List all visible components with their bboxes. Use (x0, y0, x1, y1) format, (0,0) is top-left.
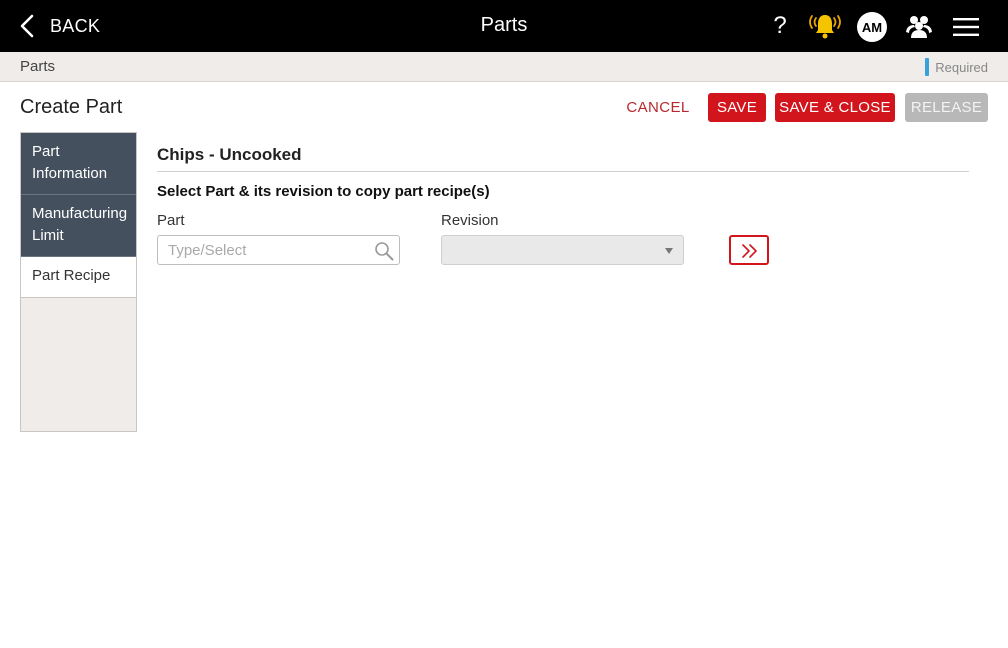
copy-recipe-instruction: Select Part & its revision to copy part … (157, 183, 490, 200)
part-recipe-content: Chips - Uncooked Select Part & its revis… (136, 132, 988, 432)
revision-select[interactable] (441, 235, 684, 265)
save-button[interactable]: SAVE (708, 93, 766, 122)
caret-down-icon (665, 248, 673, 254)
part-search-input[interactable] (157, 235, 400, 265)
page-title: Create Part (20, 96, 123, 118)
users-icon[interactable] (905, 14, 933, 38)
required-legend: Required (925, 58, 988, 76)
part-form-panel: Part Information Manufacturing Limit Par… (20, 132, 988, 432)
breadcrumb[interactable]: Parts (20, 58, 55, 75)
help-icon[interactable]: ? (770, 12, 790, 40)
top-app-bar: BACK Parts ? AM (0, 0, 1008, 52)
double-chevron-right-icon (742, 244, 757, 258)
breadcrumb-bar: Parts Required (0, 52, 1008, 82)
cancel-button[interactable]: CANCEL (620, 93, 696, 122)
required-indicator (925, 58, 930, 76)
search-icon[interactable] (374, 241, 394, 261)
user-avatar[interactable]: AM (857, 12, 887, 42)
release-button[interactable]: RELEASE (905, 93, 988, 122)
tab-manufacturing-limit[interactable]: Manufacturing Limit (21, 195, 136, 257)
part-field-label: Part (157, 212, 185, 229)
copy-recipe-button[interactable] (729, 235, 769, 265)
required-label: Required (935, 59, 988, 75)
divider (157, 171, 969, 172)
revision-field-label: Revision (441, 212, 499, 229)
hamburger-menu-icon[interactable] (953, 17, 979, 37)
part-name-heading: Chips - Uncooked (157, 145, 302, 164)
notification-bell-icon[interactable] (806, 11, 844, 41)
tab-part-recipe[interactable]: Part Recipe (21, 257, 136, 298)
tab-part-information[interactable]: Part Information (21, 133, 136, 195)
save-and-close-button[interactable]: SAVE & CLOSE (775, 93, 895, 122)
